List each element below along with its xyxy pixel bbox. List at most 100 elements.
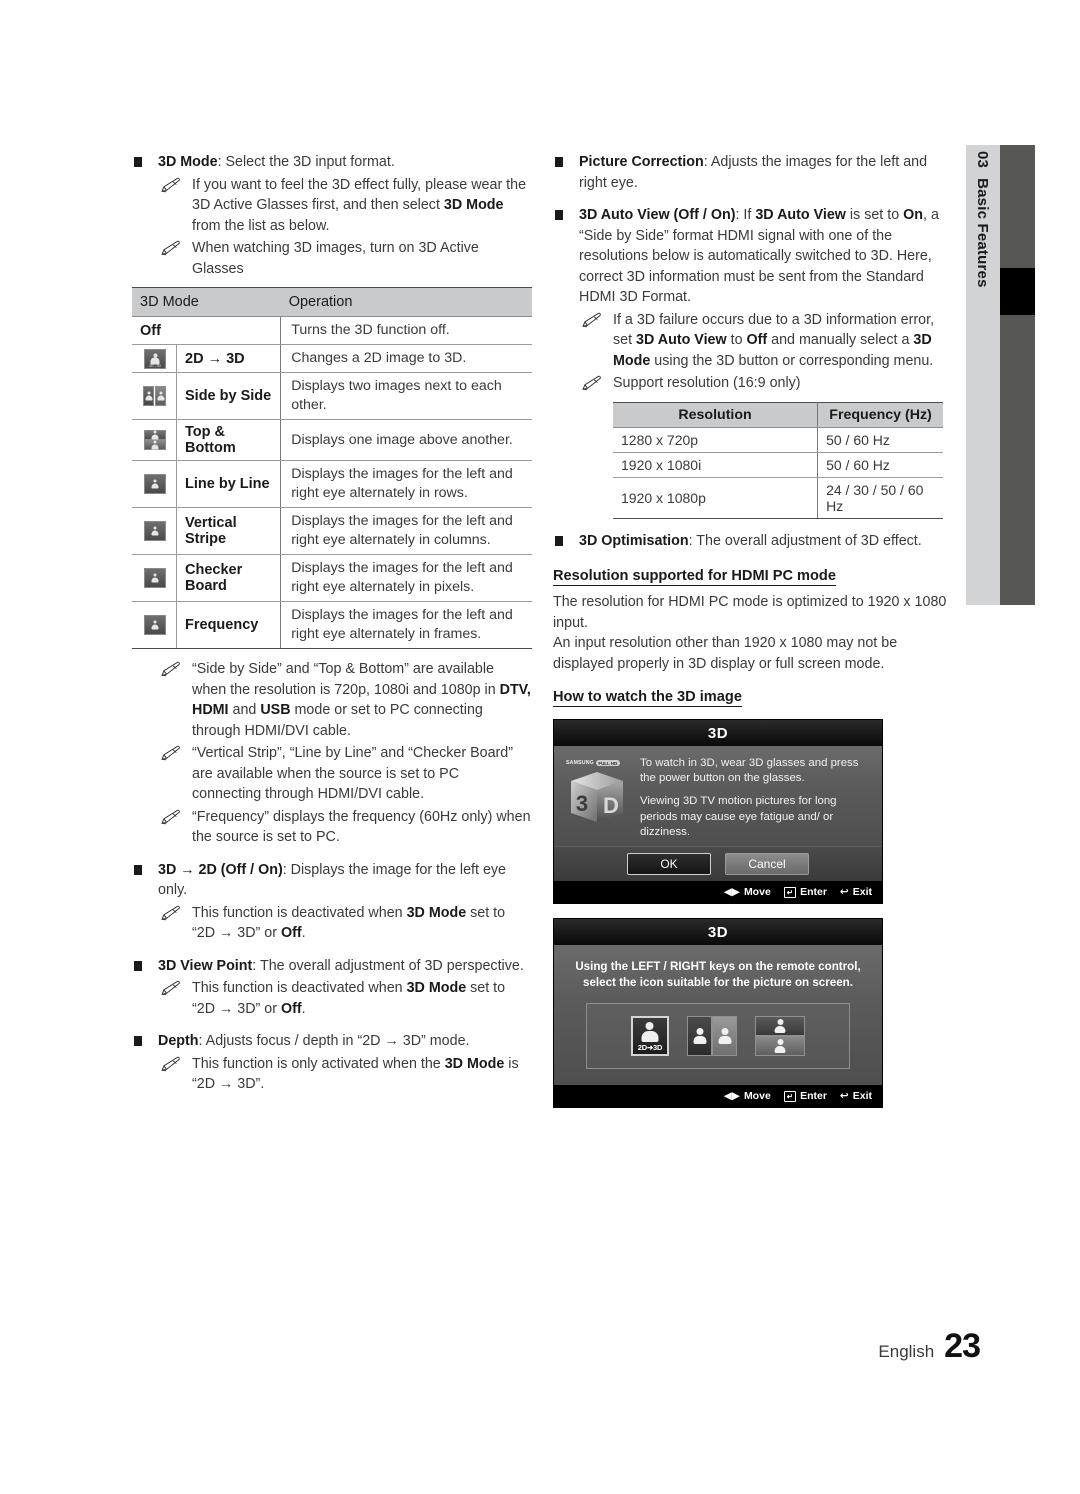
note-3d-mode-1-b: 3D Mode xyxy=(443,197,504,213)
table-row: Vertical Stripe Displays the images for t… xyxy=(132,507,532,555)
person-silhouette-icon xyxy=(151,440,159,450)
mode-name: Line by Line xyxy=(176,460,282,508)
text-3d-view-point: : The overall adjustment of 3D perspecti… xyxy=(252,957,524,974)
table-row: Checker Board Displays the images for the… xyxy=(132,554,532,602)
person-silhouette-icon xyxy=(157,391,164,401)
text-3d-optimisation: : The overall adjustment of 3D effect. xyxy=(688,532,922,549)
frequency-value: 50 / 60 Hz xyxy=(817,426,943,453)
square-bullet-icon xyxy=(134,864,142,875)
note-text: This function is deactivated when 3D Mod… xyxy=(192,980,506,1017)
note-text: “Frequency” displays the frequency (60Hz… xyxy=(192,808,531,846)
tv2-icon-2d-to-3d[interactable]: 2D➜3D xyxy=(631,1016,669,1056)
tv2-title: 3D xyxy=(554,919,882,945)
samsung-full-hd-3d-logo: SAMSUNG FULL HD 3 D xyxy=(566,760,630,826)
bullet-3d-mode: 3D Mode: Select the 3D input format. xyxy=(132,152,532,173)
pencil-note-icon xyxy=(161,809,180,824)
resolution-value: 1280 x 720p xyxy=(613,426,819,453)
pencil-note-icon xyxy=(582,312,601,327)
person-silhouette-icon xyxy=(151,573,159,583)
note-text: If a 3D failure occurs due to a 3D infor… xyxy=(613,311,935,369)
chapter-number: 03 xyxy=(974,151,992,169)
mode-description: Displays the images for the left and rig… xyxy=(280,460,532,508)
tv1-footer-hints: ◀▶ Move ↵ Enter ↩ Exit xyxy=(554,881,882,903)
manual-page: 03 Basic Features 3D Mode: Select the 3D… xyxy=(0,0,1080,1494)
mode-name: Checker Board xyxy=(176,554,282,602)
bullet-depth: Depth: Adjusts focus / depth in “2D → 3D… xyxy=(132,1031,532,1052)
logo-tagline: SAMSUNG FULL HD xyxy=(566,760,620,766)
person-silhouette-icon xyxy=(774,1039,786,1053)
tv1-body: SAMSUNG FULL HD 3 D To watch in 3D, wear… xyxy=(554,746,882,846)
mode-description: Displays the images for the left and rig… xyxy=(280,554,532,602)
table-header-row: Resolution Frequency (Hz) xyxy=(613,401,943,428)
note-side-by-side-availability: “Side by Side” and “Top & Bottom” are av… xyxy=(132,659,532,741)
resolution-table-wrap: Resolution Frequency (Hz) 1280 x 720p 50 … xyxy=(613,401,943,519)
col-header-frequency: Frequency (Hz) xyxy=(817,401,943,428)
3d-cube-icon: 3 D xyxy=(571,772,623,822)
hint-move-label: Move xyxy=(743,1090,771,1102)
pencil-note-icon xyxy=(161,745,180,761)
square-bullet-icon xyxy=(555,210,563,220)
resolution-value: 1920 x 1080i xyxy=(613,451,819,478)
entry-3d-optimisation: 3D Optimisation: The overall adjustment … xyxy=(553,531,953,552)
side-bar-dark xyxy=(1000,145,1035,605)
term-depth: Depth xyxy=(158,1033,199,1049)
hint-exit: ↩ Exit xyxy=(840,1090,872,1102)
mode-name: Top & Bottom xyxy=(176,419,282,461)
mode-description: Changes a 2D image to 3D. xyxy=(280,344,532,373)
hint-exit-label: Exit xyxy=(852,1090,872,1102)
note-3d-mode-1: If you want to feel the 3D effect fully,… xyxy=(132,175,532,237)
mode-icon-cell xyxy=(132,460,177,508)
enter-key-icon: ↵ xyxy=(783,886,797,898)
para-hdmi-pc-1: The resolution for HDMI PC mode is optim… xyxy=(553,594,947,631)
col-header-resolution: Resolution xyxy=(613,401,819,428)
side-bar-highlight xyxy=(1000,268,1035,315)
note-3d-to-2d: This function is deactivated when 3D Mod… xyxy=(132,903,532,944)
term-3d-to-2d: 3D → 2D (Off / On) xyxy=(158,861,283,878)
table-row: 2D→3D 2D → 3D Changes a 2D image to 3D. xyxy=(132,344,532,373)
note-support-resolution-text: Support resolution (16:9 only) xyxy=(613,375,801,391)
resolution-value: 1920 x 1080p xyxy=(613,476,819,519)
tv-screenshot-3d-mode-select: 3D Using the LEFT / RIGHT keys on the re… xyxy=(553,918,883,1108)
frequency-icon xyxy=(144,615,166,635)
notes-after-mode-table: “Side by Side” and “Top & Bottom” are av… xyxy=(132,659,532,848)
page-footer: English 23 xyxy=(878,1327,981,1366)
tv2-icon-side-by-side[interactable] xyxy=(687,1016,737,1056)
frequency-value: 24 / 30 / 50 / 60 Hz xyxy=(817,476,943,519)
entry-depth: Depth: Adjusts focus / depth in “2D → 3D… xyxy=(132,1031,532,1095)
person-silhouette-icon xyxy=(151,526,159,536)
tv1-cancel-button[interactable]: Cancel xyxy=(725,853,809,875)
hint-enter: ↵ Enter xyxy=(783,886,827,898)
tv1-message: To watch in 3D, wear 3D glasses and pres… xyxy=(640,756,870,838)
pencil-note-icon xyxy=(582,375,601,391)
mode-icon-cell xyxy=(132,507,177,555)
bullet-3d-view-point: 3D View Point: The overall adjustment of… xyxy=(132,956,532,977)
mode-description: Displays one image above another. xyxy=(280,419,532,461)
hint-move: ◀▶ Move xyxy=(724,1090,771,1102)
mode-name: Frequency xyxy=(176,601,282,649)
mode-icon-cell: 2D→3D xyxy=(132,344,177,373)
side-by-side-left-pane xyxy=(687,1016,712,1056)
left-right-arrow-icon: ◀▶ xyxy=(723,1090,740,1102)
checker-board-icon xyxy=(144,568,166,588)
mode-icon-cell xyxy=(132,419,177,461)
tv2-message: Using the LEFT / RIGHT keys on the remot… xyxy=(570,959,866,991)
person-silhouette-icon xyxy=(145,391,152,401)
hint-enter: ↵ Enter xyxy=(783,1090,827,1102)
col-header-3d-mode: 3D Mode xyxy=(132,287,281,317)
person-silhouette-icon xyxy=(774,1019,786,1033)
chapter-side-tab-label: 03 Basic Features xyxy=(966,145,1000,605)
table-header-row: 3D Mode Operation xyxy=(132,287,532,317)
entry-3d-to-2d: 3D → 2D (Off / On): Displays the image f… xyxy=(132,860,532,944)
svg-text:3: 3 xyxy=(576,791,588,816)
line-by-line-icon xyxy=(144,474,166,494)
tv1-line-2: Viewing 3D TV motion pictures for long p… xyxy=(640,795,837,838)
mode-icon-cell xyxy=(132,554,177,602)
tv2-icon-top-bottom[interactable] xyxy=(755,1016,805,1056)
note-text: “Side by Side” and “Top & Bottom” are av… xyxy=(192,661,531,739)
3d-mode-table: 3D Mode Operation Off Turns the 3D functi… xyxy=(132,287,532,649)
tv-screenshot-3d-warning: 3D SAMSUNG FULL HD 3 D To watch in 3D, w… xyxy=(553,719,883,904)
tv1-ok-button[interactable]: OK xyxy=(627,853,711,875)
top-bottom-bottom-pane xyxy=(755,1036,805,1056)
heading-resolution-hdmi-pc: Resolution supported for HDMI PC mode xyxy=(553,568,836,586)
person-silhouette-icon xyxy=(641,1022,659,1043)
